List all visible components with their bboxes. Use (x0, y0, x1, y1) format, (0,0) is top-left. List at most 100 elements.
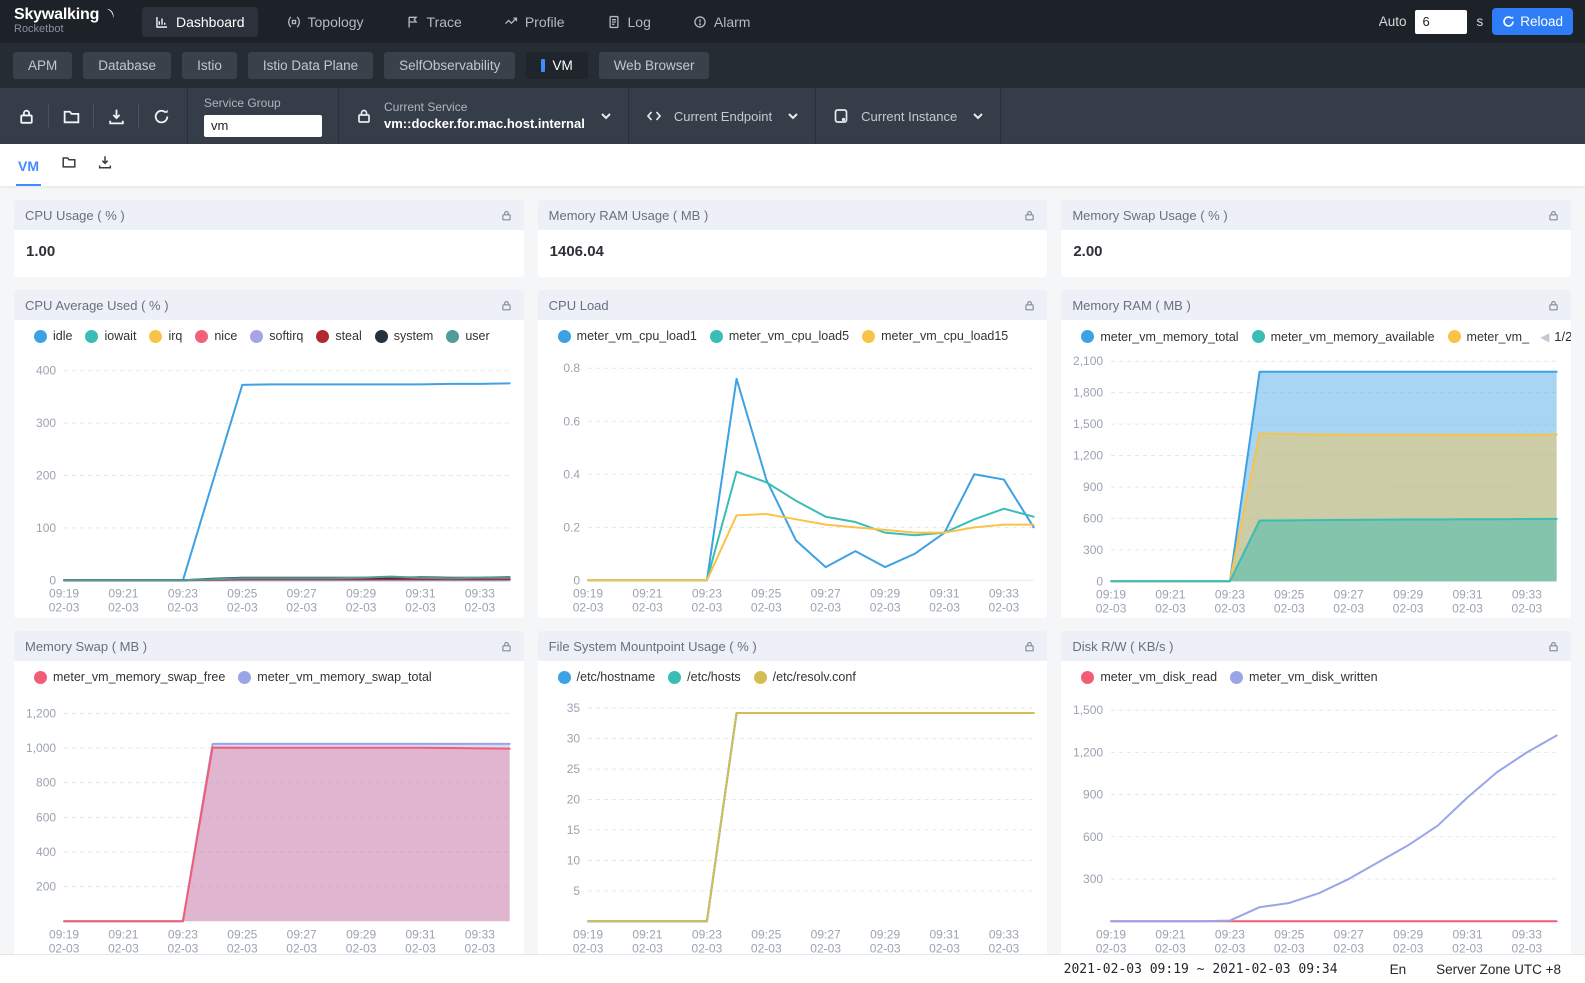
card-lock-icon[interactable] (500, 299, 513, 312)
group-tab-istio[interactable]: Istio (182, 52, 237, 79)
group-tab-vm[interactable]: VM (526, 52, 587, 79)
nav-item-log[interactable]: Log (594, 7, 664, 37)
svg-text:09:21: 09:21 (632, 586, 662, 600)
time-range-picker[interactable]: 2021-02-03 09:19 ~ 2021-02-03 09:34 (1064, 962, 1338, 977)
svg-text:09:27: 09:27 (1334, 928, 1364, 942)
svg-text:200: 200 (36, 468, 56, 482)
card-lock-icon[interactable] (1547, 299, 1560, 312)
legend-item[interactable]: /etc/hostname (558, 670, 656, 684)
svg-text:09:29: 09:29 (346, 586, 376, 600)
legend-item[interactable]: meter_vm_ (1448, 330, 1530, 344)
legend-item[interactable]: meter_vm_memory_swap_free (34, 670, 225, 684)
import-template-button[interactable] (49, 107, 93, 126)
card-lock-icon[interactable] (1547, 640, 1560, 653)
card-lock-icon[interactable] (1547, 209, 1560, 222)
svg-text:09:21: 09:21 (108, 928, 138, 942)
card-title: CPU Usage ( % ) (25, 208, 125, 223)
legend-label: meter_vm_cpu_load1 (577, 329, 697, 343)
nav-item-trace[interactable]: Trace (393, 7, 475, 37)
legend-item[interactable]: iowait (85, 329, 136, 343)
svg-text:02-03: 02-03 (1096, 601, 1127, 615)
legend-item[interactable]: irq (149, 329, 182, 343)
app-logo[interactable]: Skywalking Rocketbot (0, 7, 142, 35)
group-tab-selfobservability[interactable]: SelfObservability (384, 52, 515, 79)
chart-legend: /etc/hostname/etc/hosts/etc/resolv.conf (538, 661, 1048, 686)
current-instance-section[interactable]: Current Instance (815, 88, 1001, 144)
legend-item[interactable]: nice (195, 329, 237, 343)
refresh-icon (152, 107, 171, 126)
legend-item[interactable]: meter_vm_memory_total (1081, 330, 1238, 344)
lock-edit-button[interactable] (4, 107, 48, 126)
reload-button[interactable]: Reload (1492, 8, 1573, 35)
legend-item[interactable]: idle (34, 329, 72, 343)
current-endpoint-section[interactable]: Current Endpoint (628, 88, 815, 144)
service-group-input[interactable] (204, 115, 322, 137)
card-lock-icon[interactable] (1023, 209, 1036, 222)
pager-prev-icon[interactable]: ◀ (1540, 330, 1549, 344)
alarm-icon (693, 15, 707, 29)
server-zone[interactable]: Server Zone UTC +8 (1436, 962, 1561, 977)
legend-item[interactable]: system (375, 329, 434, 343)
svg-text:02-03: 02-03 (346, 600, 377, 614)
current-service-section[interactable]: Current Service vm::docker.for.mac.host.… (338, 88, 628, 144)
card-lock-icon[interactable] (1023, 299, 1036, 312)
legend-item[interactable]: softirq (250, 329, 303, 343)
chevron-down-icon (600, 110, 612, 122)
svg-text:09:21: 09:21 (108, 586, 138, 600)
svg-text:09:31: 09:31 (406, 586, 436, 600)
legend-item[interactable]: meter_vm_memory_available (1252, 330, 1435, 344)
card-lock-icon[interactable] (1023, 640, 1036, 653)
current-endpoint-label: Current Endpoint (674, 109, 772, 124)
legend-dot (446, 330, 459, 343)
nav-item-profile[interactable]: Profile (491, 7, 578, 37)
widget-grid: CPU Usage ( % ) 1.00 Memory RAM Usage ( … (0, 186, 1585, 973)
legend-item[interactable]: meter_vm_cpu_load1 (558, 329, 697, 343)
legend-dot (862, 330, 875, 343)
add-tab-folder-button[interactable] (61, 154, 77, 186)
refresh-button[interactable] (139, 107, 183, 126)
legend-item[interactable]: meter_vm_disk_read (1081, 670, 1217, 684)
metric-card-cpu-usage: CPU Usage ( % ) 1.00 (14, 200, 524, 277)
legend-item[interactable]: /etc/resolv.conf (754, 670, 856, 684)
trace-icon (406, 15, 420, 29)
legend-item[interactable]: user (446, 329, 489, 343)
export-tab-button[interactable] (97, 154, 113, 186)
svg-text:02-03: 02-03 (751, 600, 782, 614)
svg-text:09:19: 09:19 (1096, 587, 1126, 601)
svg-text:09:25: 09:25 (227, 586, 257, 600)
card-lock-icon[interactable] (500, 640, 513, 653)
legend-item[interactable]: meter_vm_cpu_load5 (710, 329, 849, 343)
group-tab-web-browser[interactable]: Web Browser (599, 52, 710, 79)
auto-refresh-label: Auto (1379, 14, 1407, 29)
legend-item[interactable]: meter_vm_cpu_load15 (862, 329, 1008, 343)
tab-vm[interactable]: VM (16, 158, 41, 186)
svg-text:25: 25 (566, 762, 580, 776)
svg-text:02-03: 02-03 (1452, 601, 1483, 615)
svg-text:02-03: 02-03 (168, 600, 199, 614)
group-tab-database[interactable]: Database (83, 52, 171, 79)
legend-item[interactable]: meter_vm_memory_swap_total (238, 670, 431, 684)
card-title: Memory RAM Usage ( MB ) (549, 208, 709, 223)
nav-item-topology[interactable]: Topology (274, 7, 377, 37)
language-switch[interactable]: En (1390, 962, 1407, 977)
dashboard-toolbar: Service Group Current Service vm::docker… (0, 88, 1585, 144)
dashboard-page-tabs: VM (0, 144, 1585, 186)
chart-card-cpu-load: CPU Load meter_vm_cpu_load1meter_vm_cpu_… (538, 290, 1048, 618)
legend-item[interactable]: meter_vm_disk_written (1230, 670, 1378, 684)
legend-item[interactable]: steal (316, 329, 361, 343)
export-template-button[interactable] (94, 107, 138, 126)
nav-item-alarm[interactable]: Alarm (680, 7, 764, 37)
svg-text:09:23: 09:23 (168, 928, 198, 942)
card-lock-icon[interactable] (500, 209, 513, 222)
svg-text:09:29: 09:29 (1393, 928, 1423, 942)
service-group-label: Service Group (204, 95, 322, 112)
svg-text:02-03: 02-03 (405, 600, 436, 614)
auto-refresh-interval-input[interactable] (1415, 10, 1467, 34)
legend-item[interactable]: /etc/hosts (668, 670, 741, 684)
profile-icon (504, 15, 518, 29)
group-tab-istio-data-plane[interactable]: Istio Data Plane (248, 52, 373, 79)
nav-item-dashboard[interactable]: Dashboard (142, 7, 258, 37)
group-tab-apm[interactable]: APM (13, 52, 72, 79)
folder-icon (62, 107, 81, 126)
legend-dot (1230, 671, 1243, 684)
